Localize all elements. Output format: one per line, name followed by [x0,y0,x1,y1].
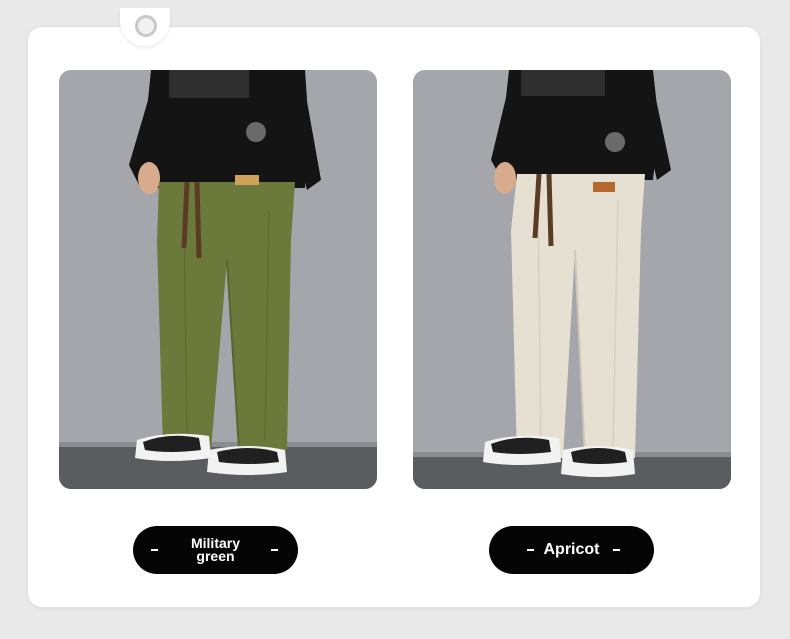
pants-image-green [59,70,377,489]
right-dash [613,549,620,551]
left-dash [527,549,534,551]
color-label-line-2: green [196,548,235,564]
color-label-apricot[interactable]: Apricot [489,526,654,574]
product-photo-apricot[interactable] [413,70,731,489]
color-label-text: Military green [191,536,240,564]
left-dash [151,549,158,551]
right-dash [271,549,278,551]
color-label-military-green[interactable]: Military green [133,526,298,574]
color-label-text: Apricot [543,541,600,558]
product-photo-military-green[interactable] [59,70,377,489]
pants-image-apricot [413,70,731,489]
hanger-hole-icon [135,15,157,37]
